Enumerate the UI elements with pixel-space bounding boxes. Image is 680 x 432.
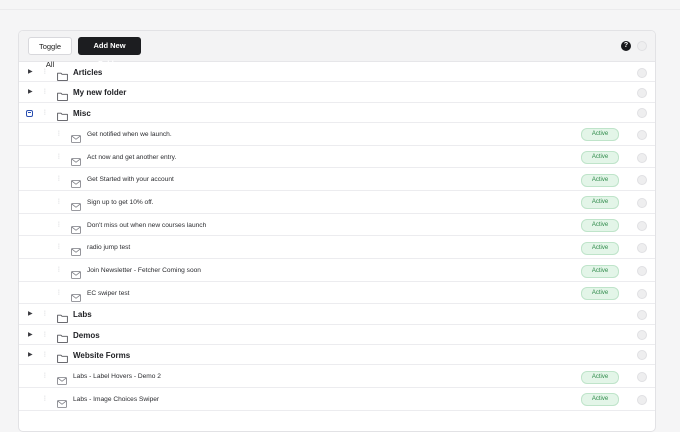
folder-row[interactable]: ▶ ⋮ Labs bbox=[19, 304, 655, 325]
form-row[interactable]: ⋮ Get notified when we launch. Active bbox=[19, 123, 655, 146]
form-name[interactable]: Labs - Label Hovers - Demo 2 bbox=[73, 373, 161, 380]
row-checkbox[interactable] bbox=[637, 243, 647, 254]
drag-handle-icon[interactable]: ⋮ bbox=[56, 290, 62, 296]
status-badge: Active bbox=[581, 287, 619, 301]
drag-handle-icon[interactable]: ⋮ bbox=[56, 267, 62, 273]
status-badge: Active bbox=[581, 241, 619, 255]
form-row[interactable]: ⋮ Labs - Image Choices Swiper Active bbox=[19, 388, 655, 411]
form-row[interactable]: ⋮ EC swiper test Active bbox=[19, 282, 655, 305]
row-checkbox[interactable] bbox=[637, 129, 647, 140]
form-row[interactable]: ⋮ Don't miss out when new courses launch A… bbox=[19, 214, 655, 237]
row-checkbox[interactable] bbox=[637, 87, 647, 98]
drag-handle-icon[interactable]: ⋮ bbox=[42, 110, 48, 116]
drag-handle-icon[interactable]: ⋮ bbox=[42, 332, 48, 338]
help-icon[interactable]: ? bbox=[621, 41, 631, 51]
form-name[interactable]: Don't miss out when new courses launch bbox=[87, 222, 206, 229]
drag-handle-icon[interactable]: ⋮ bbox=[56, 131, 62, 137]
select-all-checkbox[interactable] bbox=[637, 41, 647, 51]
status-badge: Active bbox=[581, 370, 619, 384]
folder-name[interactable]: Demos bbox=[73, 331, 100, 340]
row-checkbox[interactable] bbox=[637, 67, 647, 78]
form-row[interactable]: ⋮ radio jump test Active bbox=[19, 236, 655, 260]
form-name[interactable]: Sign up to get 10% off. bbox=[87, 199, 154, 206]
form-name[interactable]: EC swiper test bbox=[87, 290, 130, 297]
folder-row[interactable]: ▶ ⋮ Demos bbox=[19, 325, 655, 345]
form-row[interactable]: ⋮ Act now and get another entry. Active bbox=[19, 146, 655, 169]
folder-name[interactable]: Website Forms bbox=[73, 351, 130, 360]
folder-row[interactable]: ⋮ Misc bbox=[19, 103, 655, 123]
drag-handle-icon[interactable]: ⋮ bbox=[42, 69, 48, 75]
row-checkbox[interactable] bbox=[637, 175, 647, 186]
folder-name[interactable]: Labs bbox=[73, 310, 92, 319]
drag-handle-icon[interactable]: ⋮ bbox=[42, 89, 48, 95]
caret-right-icon[interactable]: ▶ bbox=[28, 311, 33, 317]
folder-row[interactable]: ▶ ⋮ Website Forms bbox=[19, 345, 655, 366]
caret-right-icon[interactable]: ▶ bbox=[28, 352, 33, 358]
folder-tree: ▶ ⋮ Articles ▶ ⋮ My new folder ⋮ Misc ⋮ Get notif… bbox=[19, 62, 655, 411]
form-row[interactable]: ⋮ Labs - Label Hovers - Demo 2 Active bbox=[19, 365, 655, 388]
status-badge: Active bbox=[581, 128, 619, 142]
drag-handle-icon[interactable]: ⋮ bbox=[42, 311, 48, 317]
row-checkbox[interactable] bbox=[637, 372, 647, 383]
form-name[interactable]: Get Started with your account bbox=[87, 176, 174, 183]
status-badge: Active bbox=[581, 173, 619, 187]
forms-panel: Toggle All Add New Folder ? ▶ ⋮ Articles ▶ ⋮… bbox=[18, 30, 656, 432]
status-badge: Active bbox=[581, 393, 619, 407]
caret-right-icon[interactable]: ▶ bbox=[28, 89, 33, 95]
form-name[interactable]: Get notified when we launch. bbox=[87, 131, 172, 138]
form-name[interactable]: Join Newsletter - Fetcher Coming soon bbox=[87, 267, 201, 274]
folder-name[interactable]: Misc bbox=[73, 109, 91, 118]
caret-right-icon[interactable]: ▶ bbox=[28, 332, 33, 338]
row-checkbox[interactable] bbox=[637, 350, 647, 361]
toolbar: Toggle All Add New Folder ? bbox=[19, 31, 655, 69]
form-name[interactable]: radio jump test bbox=[87, 244, 130, 251]
drag-handle-icon[interactable]: ⋮ bbox=[56, 154, 62, 160]
envelope-icon bbox=[57, 395, 67, 413]
drag-handle-icon[interactable]: ⋮ bbox=[56, 176, 62, 182]
add-new-folder-button[interactable]: Add New Folder bbox=[78, 37, 141, 68]
drag-handle-icon[interactable]: ⋮ bbox=[56, 244, 62, 250]
form-name[interactable]: Labs - Image Choices Swiper bbox=[73, 396, 159, 403]
collapse-icon[interactable] bbox=[26, 109, 33, 117]
status-badge: Active bbox=[581, 264, 619, 278]
row-checkbox[interactable] bbox=[637, 108, 647, 119]
drag-handle-icon[interactable]: ⋮ bbox=[42, 352, 48, 358]
drag-handle-icon[interactable]: ⋮ bbox=[56, 199, 62, 205]
status-badge: Active bbox=[581, 151, 619, 165]
drag-handle-icon[interactable]: ⋮ bbox=[56, 222, 62, 228]
folder-row[interactable]: ▶ ⋮ My new folder bbox=[19, 82, 655, 103]
drag-handle-icon[interactable]: ⋮ bbox=[42, 373, 48, 379]
form-row[interactable]: ⋮ Join Newsletter - Fetcher Coming soon Ac… bbox=[19, 259, 655, 282]
status-badge: Active bbox=[581, 219, 619, 233]
row-checkbox[interactable] bbox=[637, 197, 647, 208]
row-checkbox[interactable] bbox=[637, 394, 647, 405]
row-checkbox[interactable] bbox=[637, 152, 647, 163]
form-row[interactable]: ⋮ Sign up to get 10% off. Active bbox=[19, 191, 655, 214]
status-badge: Active bbox=[581, 196, 619, 210]
row-checkbox[interactable] bbox=[637, 288, 647, 299]
drag-handle-icon[interactable]: ⋮ bbox=[42, 396, 48, 402]
form-row[interactable]: ⋮ Get Started with your account Active bbox=[19, 168, 655, 191]
caret-right-icon[interactable]: ▶ bbox=[28, 69, 33, 75]
row-checkbox[interactable] bbox=[637, 220, 647, 231]
folder-row[interactable]: ▶ ⋮ Articles bbox=[19, 62, 655, 83]
row-checkbox[interactable] bbox=[637, 266, 647, 277]
row-checkbox[interactable] bbox=[637, 330, 647, 341]
folder-name[interactable]: Articles bbox=[73, 68, 102, 77]
row-checkbox[interactable] bbox=[637, 309, 647, 320]
folder-name[interactable]: My new folder bbox=[73, 88, 126, 97]
form-name[interactable]: Act now and get another entry. bbox=[87, 154, 176, 161]
top-divider bbox=[0, 9, 680, 10]
toggle-all-button[interactable]: Toggle All bbox=[28, 37, 72, 69]
